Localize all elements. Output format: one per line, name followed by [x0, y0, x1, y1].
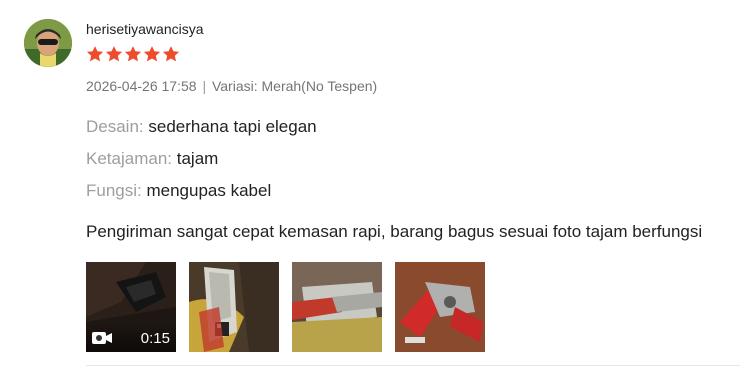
star-icon [162, 46, 180, 62]
video-badge: 0:15 [86, 324, 176, 352]
photo-thumbnail[interactable] [189, 262, 279, 352]
photo-image [395, 262, 485, 352]
photo-thumbnail[interactable] [292, 262, 382, 352]
video-thumbnail[interactable]: 0:15 [86, 262, 176, 352]
review-divider [86, 365, 740, 366]
avatar[interactable] [24, 19, 72, 67]
star-rating [86, 45, 180, 63]
variation-label: Variasi: Merah(No Tespen) [211, 78, 378, 94]
review-comment: Pengiriman sangat cepat kemasan rapi, ba… [86, 222, 703, 241]
video-duration: 0:15 [140, 329, 170, 347]
star-icon [86, 46, 104, 62]
review-media-list: 0:15 [86, 262, 485, 352]
photo-image [189, 262, 279, 352]
review-meta: 2026-04-26 17:58 | Variasi: Merah(No Tes… [86, 78, 377, 94]
photo-image [292, 262, 382, 352]
reviewer-username[interactable]: herisetiyawancisya [86, 21, 204, 37]
meta-separator: | [202, 78, 207, 94]
attribute-value: sederhana tapi elegan [148, 117, 317, 136]
review-date: 2026-04-26 17:58 [86, 78, 197, 94]
attribute-design: Desain: sederhana tapi elegan [86, 117, 317, 137]
attribute-key: Fungsi: [86, 181, 142, 200]
photo-thumbnail[interactable] [395, 262, 485, 352]
avatar-image [24, 19, 72, 67]
attribute-value: mengupas kabel [146, 181, 272, 200]
attribute-key: Ketajaman: [86, 149, 172, 168]
attribute-key: Desain: [86, 117, 144, 136]
attribute-function: Fungsi: mengupas kabel [86, 181, 271, 201]
star-icon [124, 46, 142, 62]
attribute-sharpness: Ketajaman: tajam [86, 149, 218, 169]
attribute-value: tajam [176, 149, 219, 168]
star-icon [105, 46, 123, 62]
star-icon [143, 46, 161, 62]
video-camera-icon [92, 332, 112, 344]
